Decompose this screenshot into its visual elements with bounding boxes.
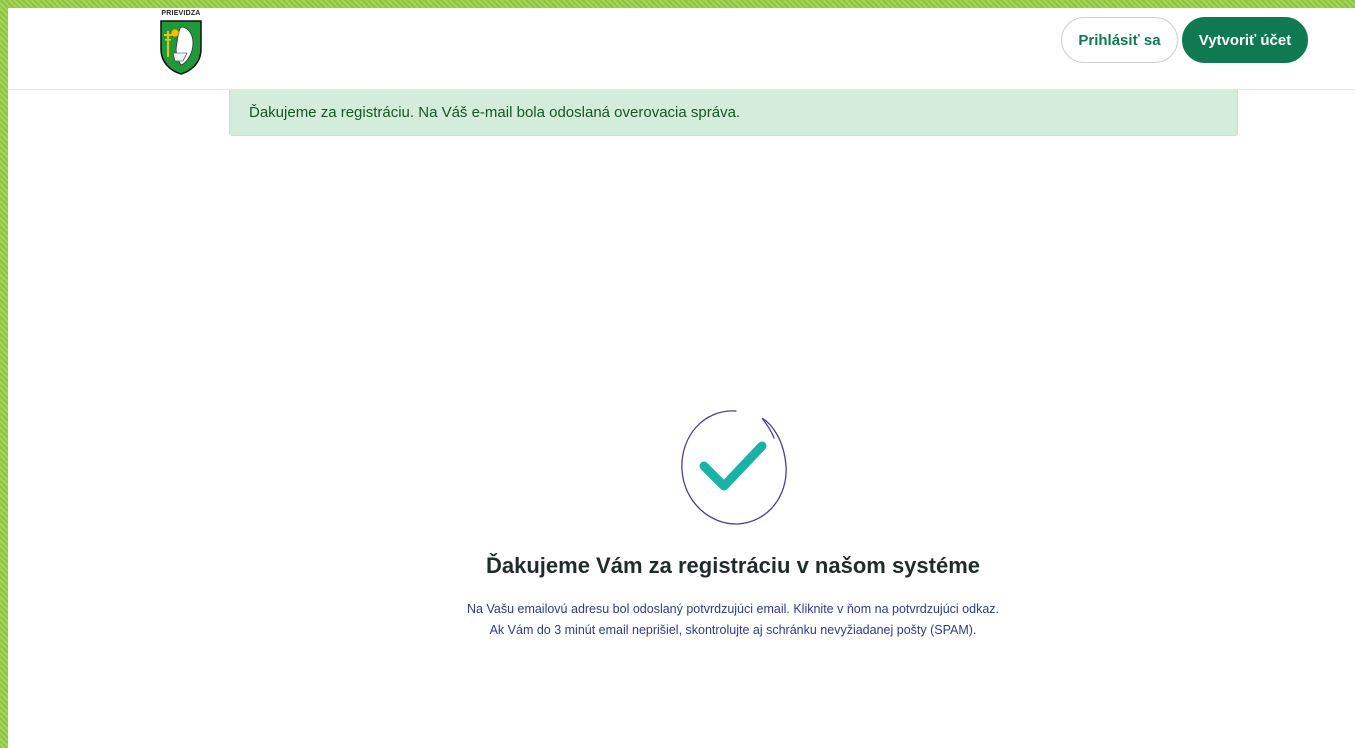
logo-text: PRIEVIDZA bbox=[161, 10, 201, 17]
confirmation-text-line-2: Ak Vám do 3 minút email neprišiel, skont… bbox=[489, 623, 977, 637]
login-button[interactable]: Prihlásiť sa bbox=[1061, 17, 1178, 63]
prievidza-coat-of-arms-logo[interactable]: PRIEVIDZA bbox=[156, 10, 206, 76]
create-account-button[interactable]: Vytvoriť účet bbox=[1182, 17, 1308, 63]
coat-of-arms-icon bbox=[160, 20, 202, 75]
checkmark-circle-icon bbox=[676, 408, 790, 528]
confirmation-text-line-1: Na Vašu emailovú adresu bol odoslaný pot… bbox=[467, 602, 999, 616]
confirmation-title: Ďakujeme Vám za registráciu v našom syst… bbox=[485, 553, 981, 578]
success-alert: Ďakujeme za registráciu. Na Váš e-mail b… bbox=[229, 90, 1238, 136]
page: PRIEVIDZA Prihlásiť sa Vytvoriť účet Ďak… bbox=[8, 8, 1355, 748]
success-alert-message: Ďakujeme za registráciu. Na Váš e-mail b… bbox=[249, 104, 741, 121]
site-header: PRIEVIDZA Prihlásiť sa Vytvoriť účet bbox=[8, 8, 1355, 90]
